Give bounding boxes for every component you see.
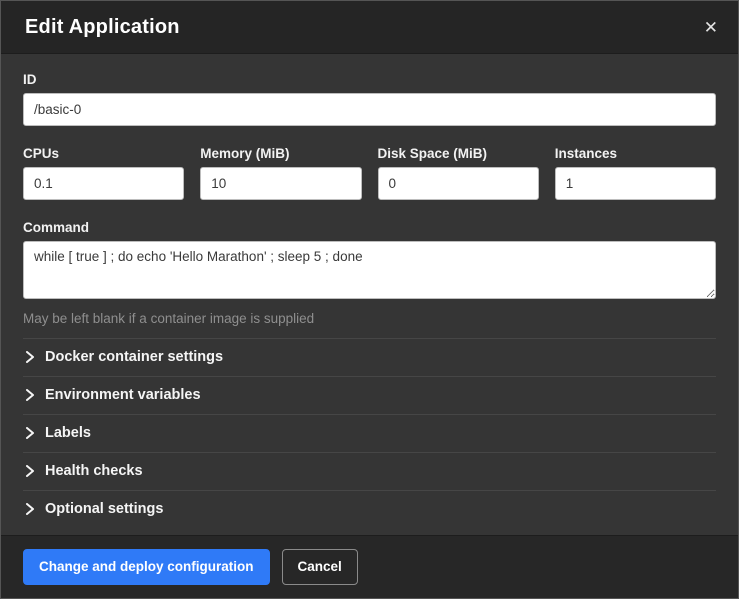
memory-label: Memory (MiB) [200, 146, 361, 161]
chevron-right-icon [23, 426, 37, 440]
resources-row: CPUs Memory (MiB) Disk Space (MiB) Insta… [23, 146, 716, 200]
section-label: Optional settings [45, 501, 163, 517]
command-help-text: May be left blank if a container image i… [23, 311, 716, 326]
change-and-deploy-button[interactable]: Change and deploy configuration [23, 549, 270, 585]
instances-input[interactable] [555, 167, 716, 200]
command-label: Command [23, 220, 716, 235]
section-environment-variables[interactable]: Environment variables [23, 376, 716, 414]
cpus-field-group: CPUs [23, 146, 184, 200]
section-health-checks[interactable]: Health checks [23, 452, 716, 490]
section-optional-settings[interactable]: Optional settings [23, 490, 716, 528]
disk-field-group: Disk Space (MiB) [378, 146, 539, 200]
chevron-right-icon [23, 388, 37, 402]
close-icon[interactable]: ✕ [700, 15, 722, 40]
disk-input[interactable] [378, 167, 539, 200]
section-label: Health checks [45, 463, 143, 479]
instances-field-group: Instances [555, 146, 716, 200]
section-label: Docker container settings [45, 349, 223, 365]
id-field-group: ID [23, 72, 716, 126]
section-labels[interactable]: Labels [23, 414, 716, 452]
disk-label: Disk Space (MiB) [378, 146, 539, 161]
cpus-input[interactable] [23, 167, 184, 200]
memory-input[interactable] [200, 167, 361, 200]
section-label: Environment variables [45, 387, 201, 403]
command-field-group: Command while [ true ] ; do echo 'Hello … [23, 220, 716, 326]
section-docker-container-settings[interactable]: Docker container settings [23, 338, 716, 376]
section-label: Labels [45, 425, 91, 441]
command-textarea[interactable]: while [ true ] ; do echo 'Hello Marathon… [23, 241, 716, 299]
instances-label: Instances [555, 146, 716, 161]
modal-footer: Change and deploy configuration Cancel [1, 535, 738, 598]
id-label: ID [23, 72, 716, 87]
modal-header: Edit Application ✕ [1, 1, 738, 54]
chevron-right-icon [23, 464, 37, 478]
chevron-right-icon [23, 502, 37, 516]
modal-title: Edit Application [25, 16, 180, 38]
edit-application-modal: Edit Application ✕ ID CPUs Memory (MiB) … [0, 0, 739, 599]
memory-field-group: Memory (MiB) [200, 146, 361, 200]
accordion-sections: Docker container settings Environment va… [23, 338, 716, 528]
chevron-right-icon [23, 350, 37, 364]
modal-body: ID CPUs Memory (MiB) Disk Space (MiB) In… [1, 54, 738, 535]
id-input[interactable] [23, 93, 716, 126]
cancel-button[interactable]: Cancel [282, 549, 358, 585]
cpus-label: CPUs [23, 146, 184, 161]
